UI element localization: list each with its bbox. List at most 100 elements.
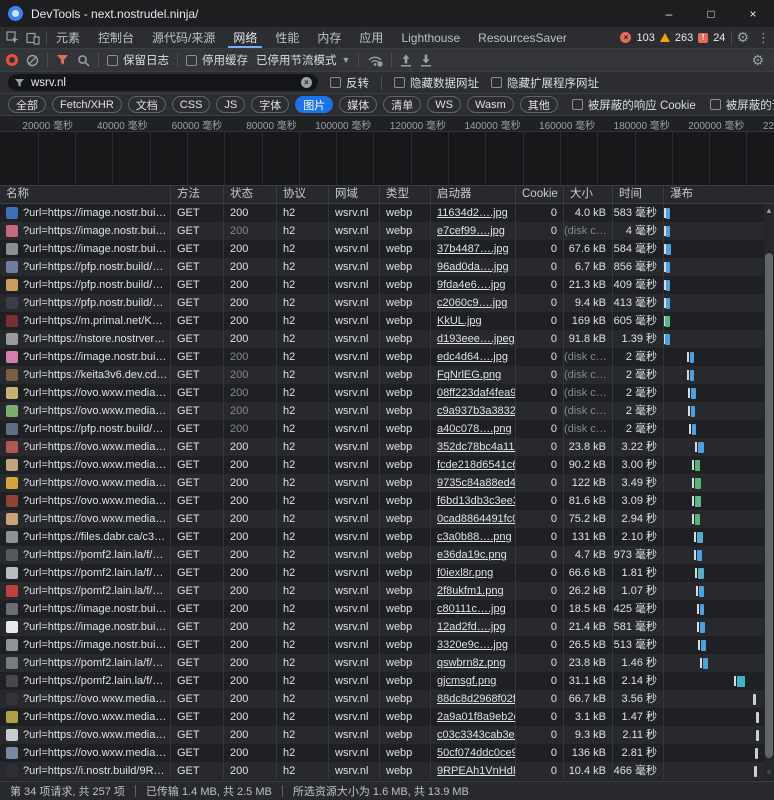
blocked-requests-checkbox[interactable]: 被屏蔽的请求 xyxy=(710,97,774,113)
filter-input[interactable]: wsrv.nl × xyxy=(8,74,318,91)
scroll-down-icon[interactable]: ▼ xyxy=(764,767,774,779)
column-header-方法[interactable]: 方法 xyxy=(171,186,224,203)
table-row[interactable]: ?url=https://image.nostr.bui…GET200h2wsr… xyxy=(0,618,774,636)
initiator-link[interactable]: c2060c9….jpg xyxy=(437,294,515,312)
filter-chip-文档[interactable]: 文档 xyxy=(128,96,166,113)
initiator-link[interactable]: c80111c….jpg xyxy=(437,600,515,618)
console-error-icon[interactable]: × xyxy=(620,32,631,43)
initiator-link[interactable]: KkUL.jpg xyxy=(437,312,515,330)
table-row[interactable]: ?url=https://pomf2.lain.la/f/…GET200h2ws… xyxy=(0,654,774,672)
tab-应用[interactable]: 应用 xyxy=(350,27,392,48)
warning-count[interactable]: 263 xyxy=(675,32,693,44)
table-row[interactable]: ?url=https://pfp.nostr.build/…GET200h2ws… xyxy=(0,294,774,312)
table-row[interactable]: ?url=https://ovo.wxw.media…GET200h2wsrv.… xyxy=(0,492,774,510)
column-header-类型[interactable]: 类型 xyxy=(380,186,431,203)
initiator-link[interactable]: 2f8ukfm1.png xyxy=(437,582,515,600)
network-settings-gear-icon[interactable]: ⚙ xyxy=(747,52,768,69)
initiator-link[interactable]: FqNrlEG.png xyxy=(437,366,515,384)
table-row[interactable]: ?url=https://pfp.nostr.build/…GET200h2ws… xyxy=(0,276,774,294)
initiator-link[interactable]: 352dc78bc4a11e6 xyxy=(437,438,515,456)
initiator-link[interactable]: 9735c84a88ed48 xyxy=(437,474,515,492)
tab-内存[interactable]: 内存 xyxy=(308,27,350,48)
table-row[interactable]: ?url=https://image.nostr.bui…GET200h2wsr… xyxy=(0,204,774,222)
filter-chip-清单[interactable]: 清单 xyxy=(383,96,421,113)
initiator-link[interactable]: f0iexl8r.png xyxy=(437,564,515,582)
column-header-大小[interactable]: 大小 xyxy=(564,186,613,203)
import-har-icon[interactable] xyxy=(400,54,412,67)
initiator-link[interactable]: a40c078….png xyxy=(437,420,515,438)
table-row[interactable]: ?url=https://ovo.wxw.media…GET200h2wsrv.… xyxy=(0,474,774,492)
table-row[interactable]: ?url=https://image.nostr.bui…GET200h2wsr… xyxy=(0,240,774,258)
table-row[interactable]: ?url=https://image.nostr.bui…GET200h2wsr… xyxy=(0,348,774,366)
scroll-up-icon[interactable]: ▲ xyxy=(764,205,774,217)
table-row[interactable]: ?url=https://ovo.wxw.media…GET200h2wsrv.… xyxy=(0,690,774,708)
initiator-link[interactable]: 37b4487….jpg xyxy=(437,240,515,258)
table-row[interactable]: ?url=https://nstore.nostrver…GET200h2wsr… xyxy=(0,330,774,348)
table-row[interactable]: ?url=https://image.nostr.bui…GET200h2wsr… xyxy=(0,600,774,618)
table-row[interactable]: ?url=https://pomf2.lain.la/f/…GET200h2ws… xyxy=(0,564,774,582)
table-row[interactable]: ?url=https://ovo.wxw.media…GET200h2wsrv.… xyxy=(0,744,774,762)
initiator-link[interactable]: 12ad2fd….jpg xyxy=(437,618,515,636)
initiator-link[interactable]: f6bd13db3c3ee3 xyxy=(437,492,515,510)
tab-网络[interactable]: 网络 xyxy=(224,27,266,48)
table-row[interactable]: ?url=https://ovo.wxw.media…GET200h2wsrv.… xyxy=(0,708,774,726)
close-button[interactable]: × xyxy=(732,0,774,27)
tab-元素[interactable]: 元素 xyxy=(47,27,89,48)
table-row[interactable]: ?url=https://pfp.nostr.build/…GET200h2ws… xyxy=(0,258,774,276)
tab-Lighthouse[interactable]: Lighthouse xyxy=(392,27,469,48)
table-row[interactable]: ?url=https://i.nostr.build/9R…GET200h2ws… xyxy=(0,762,774,780)
table-scrollbar[interactable]: ▲ ▼ xyxy=(764,204,774,781)
throttling-select[interactable]: 已停用节流模式 ▼ xyxy=(256,52,350,68)
invert-filter-checkbox[interactable]: 反转 xyxy=(330,75,369,91)
column-header-Cookie[interactable]: Cookie xyxy=(516,186,564,203)
tab-控制台[interactable]: 控制台 xyxy=(89,27,143,48)
column-header-时间[interactable]: 时间 xyxy=(613,186,664,203)
initiator-link[interactable]: c3a0b88….png xyxy=(437,528,515,546)
tab-源代码/来源[interactable]: 源代码/来源 xyxy=(143,27,224,48)
initiator-link[interactable]: gjcmsgf.png xyxy=(437,672,515,690)
minimize-button[interactable]: – xyxy=(648,0,690,27)
filter-chip-媒体[interactable]: 媒体 xyxy=(339,96,377,113)
clear-filter-icon[interactable]: × xyxy=(301,77,312,88)
error-count[interactable]: 103 xyxy=(636,32,654,44)
console-warning-icon[interactable] xyxy=(660,33,670,42)
search-icon[interactable] xyxy=(77,54,90,67)
clear-network-log-icon[interactable] xyxy=(26,54,39,67)
initiator-link[interactable]: 50cf074ddc0ce9 xyxy=(437,744,515,762)
column-header-启动器[interactable]: 启动器 xyxy=(431,186,516,203)
table-row[interactable]: ?url=https://pomf2.lain.la/f/…GET200h2ws… xyxy=(0,546,774,564)
inspect-element-icon[interactable] xyxy=(6,31,20,45)
initiator-link[interactable]: 08ff223daf4fea9 xyxy=(437,384,515,402)
tab-性能[interactable]: 性能 xyxy=(266,27,308,48)
scrollbar-thumb[interactable] xyxy=(765,253,773,758)
table-row[interactable]: ?url=https://pomf2.lain.la/f/…GET200h2ws… xyxy=(0,582,774,600)
filter-chip-全部[interactable]: 全部 xyxy=(8,96,46,113)
record-network-log-icon[interactable] xyxy=(6,54,18,66)
tab-ResourcesSaver[interactable]: ResourcesSaver xyxy=(469,27,576,48)
initiator-link[interactable]: 88dc8d2968f02f xyxy=(437,690,515,708)
preserve-log-checkbox[interactable]: 保留日志 xyxy=(107,52,169,68)
initiator-link[interactable]: 9fda4e6….jpg xyxy=(437,276,515,294)
export-har-icon[interactable] xyxy=(420,54,432,67)
column-header-协议[interactable]: 协议 xyxy=(277,186,329,203)
initiator-link[interactable]: fcde218d6541c6 xyxy=(437,456,515,474)
table-row[interactable]: ?url=https://image.nostr.bui…GET200h2wsr… xyxy=(0,222,774,240)
filter-chip-图片[interactable]: 图片 xyxy=(295,96,333,113)
initiator-link[interactable]: edc4d64….jpg xyxy=(437,348,515,366)
filter-chip-CSS[interactable]: CSS xyxy=(172,96,211,113)
filter-chip-Wasm[interactable]: Wasm xyxy=(467,96,514,113)
table-row[interactable]: ?url=https://ovo.wxw.media…GET200h2wsrv.… xyxy=(0,726,774,744)
maximize-button[interactable]: □ xyxy=(690,0,732,27)
filter-chip-Fetch/XHR[interactable]: Fetch/XHR xyxy=(52,96,122,113)
device-toolbar-icon[interactable] xyxy=(26,31,40,45)
initiator-link[interactable]: e7cef99….jpg xyxy=(437,222,515,240)
network-overview-timeline[interactable]: 20000 毫秒40000 毫秒60000 毫秒80000 毫秒100000 毫… xyxy=(0,116,774,186)
column-header-状态[interactable]: 状态 xyxy=(224,186,277,203)
hide-extension-urls-checkbox[interactable]: 隐藏扩展程序网址 xyxy=(491,75,599,91)
filter-icon[interactable] xyxy=(56,54,69,66)
filter-chip-字体[interactable]: 字体 xyxy=(251,96,289,113)
initiator-link[interactable]: 11634d2….jpg xyxy=(437,204,515,222)
column-header-网域[interactable]: 网域 xyxy=(329,186,380,203)
table-row[interactable]: ?url=https://pfp.nostr.build/…GET200h2ws… xyxy=(0,420,774,438)
network-conditions-icon[interactable] xyxy=(367,54,383,67)
